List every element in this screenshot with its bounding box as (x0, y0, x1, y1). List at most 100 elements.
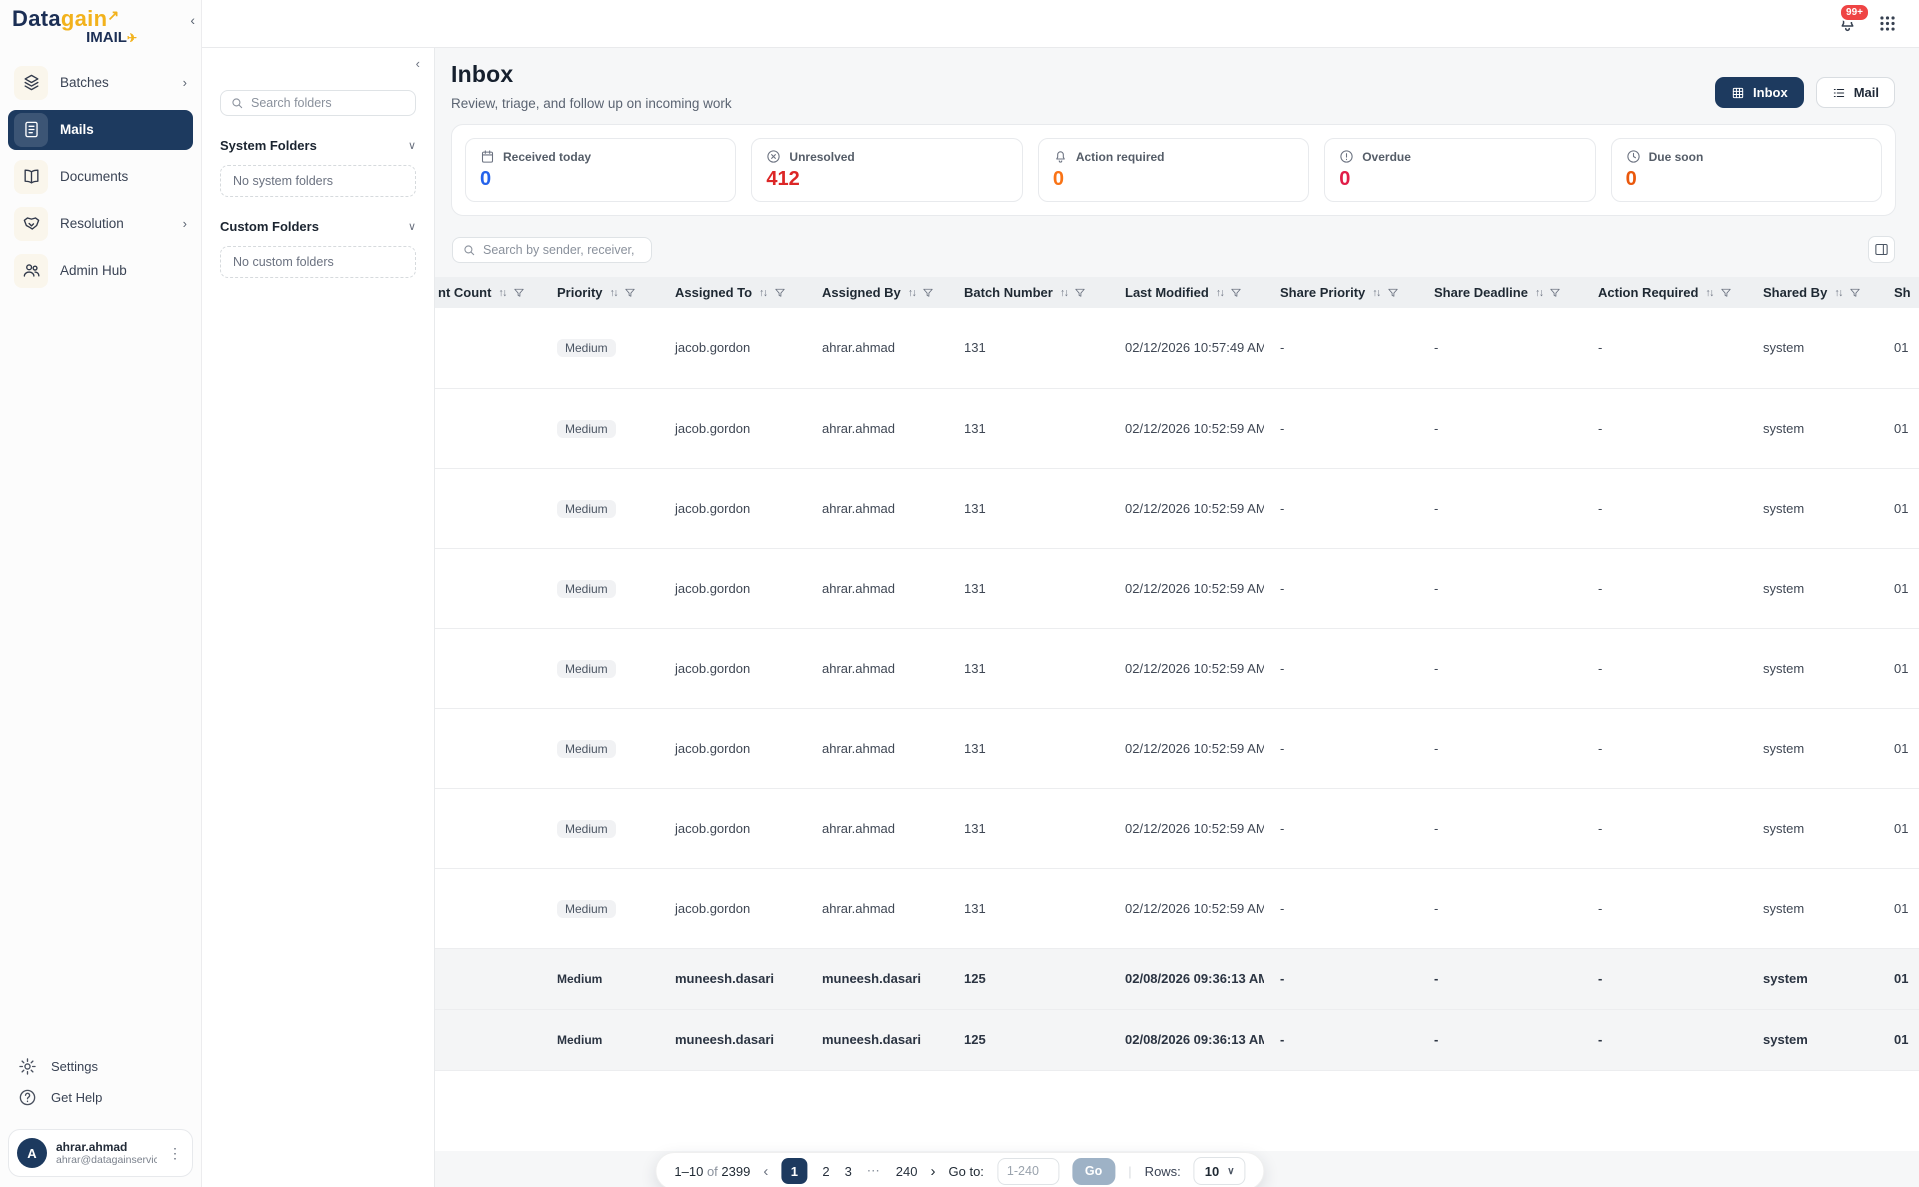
sort-icon[interactable]: ↑↓ (759, 287, 767, 299)
cell-action-required: - (1582, 548, 1747, 628)
table-row[interactable]: Mediumjacob.gordonahrar.ahmad13102/12/20… (435, 628, 1919, 708)
cell-assigned-by: ahrar.ahmad (806, 628, 948, 708)
rows-per-page-select[interactable]: 10∨ (1194, 1157, 1246, 1185)
cell-shared-by: system (1747, 788, 1878, 868)
column-header-share-priority[interactable]: Share Priority↑↓ (1264, 277, 1418, 308)
page-ellipsis: ⋯ (867, 1163, 881, 1179)
filter-icon[interactable] (1074, 287, 1086, 299)
sidebar-item-mails[interactable]: Mails (8, 110, 193, 150)
user-menu-icon[interactable]: ⋮ (166, 1145, 184, 1162)
cell-nt-count (435, 628, 541, 708)
column-header-priority[interactable]: Priority↑↓ (541, 277, 659, 308)
sidebar-item-label: Batches (60, 75, 171, 90)
top-bar: 99+ (202, 0, 1919, 48)
column-header-assigned-by[interactable]: Assigned By↑↓ (806, 277, 948, 308)
filter-icon[interactable] (1720, 287, 1732, 299)
column-header-nt-count[interactable]: nt Count↑↓ (435, 277, 541, 308)
sort-icon[interactable]: ↑↓ (1372, 287, 1380, 299)
sidebar-item-label: Mails (60, 122, 187, 137)
priority-badge: Medium (557, 420, 616, 438)
cell-shared-by: system (1747, 1009, 1878, 1070)
cell-share-deadline: - (1418, 308, 1582, 388)
column-header-assigned-to[interactable]: Assigned To↑↓ (659, 277, 806, 308)
view-toggle-mail[interactable]: Mail (1816, 77, 1895, 108)
sort-icon[interactable]: ↑↓ (1060, 287, 1068, 299)
brand-logo[interactable]: Datagain↗ IMAIL✈ (0, 0, 201, 49)
table-row[interactable]: Mediumjacob.gordonahrar.ahmad13102/12/20… (435, 548, 1919, 628)
sidebar-item-admin-hub[interactable]: Admin Hub (8, 251, 193, 291)
sort-icon[interactable]: ↑↓ (1705, 287, 1713, 299)
brand-product: IMAIL✈ (12, 30, 189, 47)
column-header-batch-number[interactable]: Batch Number↑↓ (948, 277, 1109, 308)
sidebar-item-settings[interactable]: Settings (8, 1051, 193, 1082)
sidebar-item-get-help[interactable]: Get Help (8, 1082, 193, 1113)
table-row[interactable]: Mediummuneesh.dasarimuneesh.dasari12502/… (435, 1009, 1919, 1070)
page-button-1[interactable]: 1 (781, 1158, 807, 1184)
page-button-3[interactable]: 3 (845, 1164, 852, 1179)
cell-share-priority: - (1264, 948, 1418, 1009)
cell-last-modified: 02/08/2026 09:36:13 AM (1109, 1009, 1264, 1070)
folders-panel: ‹ System Folders∨No system foldersCustom… (202, 48, 435, 1187)
filter-icon[interactable] (513, 287, 525, 299)
filter-icon[interactable] (1549, 287, 1561, 299)
filter-icon[interactable] (624, 287, 636, 299)
stat-value: 0 (1339, 168, 1580, 191)
folder-section-custom-folders[interactable]: Custom Folders∨ (220, 219, 416, 234)
filter-icon[interactable] (1387, 287, 1399, 299)
table-row[interactable]: Mediumjacob.gordonahrar.ahmad13102/12/20… (435, 788, 1919, 868)
column-header-sh[interactable]: Sh↑↓ (1878, 277, 1919, 308)
column-header-shared-by[interactable]: Shared By↑↓ (1747, 277, 1878, 308)
column-header-share-deadline[interactable]: Share Deadline↑↓ (1418, 277, 1582, 308)
table-row[interactable]: Mediummuneesh.dasarimuneesh.dasari12502/… (435, 948, 1919, 1009)
sidebar-item-resolution[interactable]: Resolution› (8, 204, 193, 244)
sidebar-collapse-button[interactable]: ‹ (190, 12, 195, 28)
filter-icon[interactable] (1849, 287, 1861, 299)
cell-action-required: - (1582, 388, 1747, 468)
cell-last-modified: 02/12/2026 10:52:59 AM (1109, 388, 1264, 468)
column-header-action-required[interactable]: Action Required↑↓ (1582, 277, 1747, 308)
folder-search-input[interactable] (251, 96, 406, 110)
sidebar-item-documents[interactable]: Documents (8, 157, 193, 197)
cell-share-deadline: - (1418, 628, 1582, 708)
table-row[interactable]: Mediumjacob.gordonahrar.ahmad13102/12/20… (435, 868, 1919, 948)
sort-icon[interactable]: ↑↓ (498, 287, 506, 299)
book-icon (14, 160, 48, 194)
cell-assigned-to: jacob.gordon (659, 388, 806, 468)
next-page-button[interactable]: › (931, 1163, 936, 1180)
view-toggle-inbox[interactable]: Inbox (1715, 77, 1804, 108)
cell-sh: 01 (1878, 388, 1919, 468)
table-row[interactable]: Mediumjacob.gordonahrar.ahmad13102/12/20… (435, 308, 1919, 388)
sort-icon[interactable]: ↑↓ (908, 287, 916, 299)
sort-icon[interactable]: ↑↓ (1834, 287, 1842, 299)
page-button-2[interactable]: 2 (822, 1164, 829, 1179)
filter-icon[interactable] (1230, 287, 1242, 299)
column-settings-button[interactable] (1868, 236, 1895, 263)
prev-page-button[interactable]: ‹ (763, 1163, 768, 1180)
columns-icon (1874, 242, 1889, 257)
sort-icon[interactable]: ↑↓ (1216, 287, 1224, 299)
sidebar-item-batches[interactable]: Batches› (8, 63, 193, 103)
sort-icon[interactable]: ↑↓ (610, 287, 618, 299)
app-launcher-icon[interactable] (1878, 14, 1897, 33)
cell-shared-by: system (1747, 548, 1878, 628)
table-row[interactable]: Mediumjacob.gordonahrar.ahmad13102/12/20… (435, 708, 1919, 788)
user-card[interactable]: A ahrar.ahmad ahrar@datagainservice... ⋮ (8, 1129, 193, 1177)
sort-icon[interactable]: ↑↓ (1535, 287, 1543, 299)
table-row[interactable]: Mediumjacob.gordonahrar.ahmad13102/12/20… (435, 468, 1919, 548)
filter-icon[interactable] (922, 287, 934, 299)
go-button[interactable]: Go (1072, 1158, 1115, 1185)
folder-section-system-folders[interactable]: System Folders∨ (220, 138, 416, 153)
sidebar-nav: Batches› Mails Documents Resolution› Admin H… (0, 63, 201, 291)
brand-word-gold: gain (61, 6, 107, 31)
stat-card-action-required: Action required0 (1038, 138, 1309, 202)
table-toolbar (435, 216, 1919, 263)
goto-page-input[interactable] (997, 1158, 1059, 1185)
folders-collapse-button[interactable]: ‹ (416, 56, 420, 71)
layers-icon (14, 66, 48, 100)
page-button-240[interactable]: 240 (896, 1164, 918, 1179)
mail-search-input[interactable] (483, 243, 642, 257)
notifications-button[interactable]: 99+ (1837, 12, 1858, 36)
table-row[interactable]: Mediumjacob.gordonahrar.ahmad13102/12/20… (435, 388, 1919, 468)
column-header-last-modified[interactable]: Last Modified↑↓ (1109, 277, 1264, 308)
filter-icon[interactable] (774, 287, 786, 299)
